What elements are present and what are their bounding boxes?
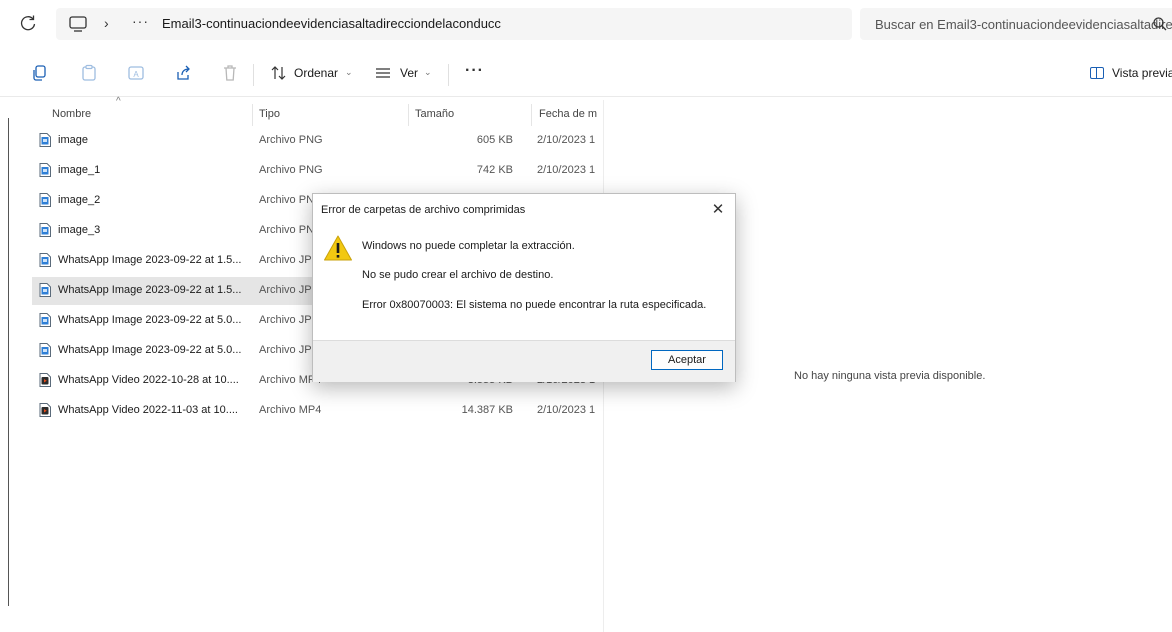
file-size: 14.387 KB [461, 404, 513, 416]
dialog-body: Windows no puede completar la extracción… [313, 224, 735, 339]
dialog-footer: Aceptar [313, 340, 735, 382]
rename-icon[interactable]: A [127, 64, 145, 82]
refresh-icon[interactable] [18, 13, 38, 33]
file-name[interactable]: WhatsApp Image 2023-09-22 at 5.0... [58, 344, 241, 356]
error-dialog: Error de carpetas de archivo comprimidas… [312, 193, 736, 382]
preview-empty-message: No hay ninguna vista previa disponible. [794, 370, 986, 382]
file-row[interactable]: image_1 Archivo PNG 742 KB 2/10/2023 1 [32, 157, 604, 185]
column-header-row: ^ Nombre Tipo Tamaño Fecha de m [0, 96, 604, 128]
preview-pane-label: Vista previa [1112, 66, 1172, 80]
dialog-message-detail: No se pudo crear el archivo de destino. [362, 269, 554, 281]
file-date: 2/10/2023 1 [537, 164, 596, 176]
close-icon[interactable]: ✕ [705, 198, 731, 222]
breadcrumb-current-folder[interactable]: Email3-continuaciondeevidenciasaltadirec… [162, 16, 501, 31]
view-button[interactable]: Ver [400, 66, 418, 80]
file-name[interactable]: image [58, 134, 88, 146]
image-file-icon [39, 253, 51, 267]
command-bar: A Ordenar ⌄ Ver ⌄ ··· Vista previa [0, 52, 1172, 97]
file-name[interactable]: WhatsApp Image 2023-09-22 at 1.5... [58, 284, 241, 296]
column-header-size[interactable]: Tamaño [415, 108, 454, 120]
view-chevron-down-icon[interactable]: ⌄ [424, 67, 432, 78]
file-type: Archivo JPG [259, 344, 321, 356]
file-name[interactable]: WhatsApp Video 2022-11-03 at 10.... [58, 404, 238, 416]
dialog-message-main: Windows no puede completar la extracción… [362, 240, 575, 252]
toolbar-separator [253, 64, 254, 86]
video-file-icon [39, 403, 51, 417]
file-size: 742 KB [476, 164, 513, 176]
toolbar-separator [448, 64, 449, 86]
video-file-icon [39, 373, 51, 387]
column-separator[interactable] [408, 104, 409, 126]
column-header-date[interactable]: Fecha de m [539, 108, 597, 120]
file-type: Archivo JPG [259, 284, 321, 296]
search-input[interactable]: Buscar en Email3-continuaciondeevidencia… [860, 8, 1172, 40]
file-type: Archivo JPG [259, 314, 321, 326]
this-pc-icon[interactable] [68, 16, 88, 32]
warning-icon [324, 235, 352, 261]
column-separator[interactable] [252, 104, 253, 126]
column-header-type[interactable]: Tipo [259, 108, 280, 120]
image-file-icon [39, 343, 51, 357]
preview-pane-button[interactable]: Vista previa [1086, 65, 1172, 85]
search-placeholder: Buscar en Email3-continuaciondeevidencia… [875, 17, 1172, 32]
file-type: Archivo PNG [259, 134, 323, 146]
column-header-name[interactable]: Nombre [52, 108, 91, 120]
file-type: Archivo JPG [259, 254, 321, 266]
file-size: 605 KB [476, 134, 513, 146]
file-name[interactable]: image_2 [58, 194, 100, 206]
address-box[interactable]: › ··· Email3-continuaciondeevidenciasalt… [56, 8, 852, 40]
image-file-icon [39, 223, 51, 237]
file-name[interactable]: image_3 [58, 224, 100, 236]
breadcrumb-overflow[interactable]: ··· [132, 13, 149, 29]
file-row[interactable]: WhatsApp Video 2022-11-03 at 10.... Archi… [32, 397, 604, 425]
image-file-icon [39, 193, 51, 207]
accept-button[interactable]: Aceptar [651, 350, 723, 370]
sort-ascending-icon: ^ [116, 96, 121, 107]
file-date: 2/10/2023 1 [537, 404, 596, 416]
share-icon[interactable] [174, 64, 192, 82]
sort-button[interactable]: Ordenar [294, 66, 338, 80]
preview-pane-icon [1090, 67, 1104, 79]
search-icon[interactable] [1152, 16, 1168, 32]
image-file-icon [39, 163, 51, 177]
file-date: 2/10/2023 1 [537, 134, 596, 146]
file-type: Archivo MP4 [259, 404, 322, 416]
sort-icon[interactable] [270, 64, 288, 82]
file-name[interactable]: WhatsApp Video 2022-10-28 at 10.... [58, 374, 239, 386]
file-name[interactable]: image_1 [58, 164, 100, 176]
image-file-icon [39, 133, 51, 147]
dialog-title: Error de carpetas de archivo comprimidas [321, 204, 526, 216]
column-separator[interactable] [531, 104, 532, 126]
file-name[interactable]: WhatsApp Image 2023-09-22 at 1.5... [58, 254, 241, 266]
delete-icon[interactable] [221, 64, 239, 82]
svg-text:A: A [133, 70, 139, 79]
file-row[interactable]: image Archivo PNG 605 KB 2/10/2023 1 [32, 127, 604, 155]
image-file-icon [39, 313, 51, 327]
paste-icon[interactable] [80, 64, 98, 82]
more-options-button[interactable]: ··· [465, 62, 484, 80]
dialog-message-error: Error 0x80070003: El sistema no puede en… [362, 299, 707, 311]
breadcrumb-chevron[interactable]: › [104, 15, 109, 31]
image-file-icon [39, 283, 51, 297]
address-bar-row: › ··· Email3-continuaciondeevidenciasalt… [0, 0, 1172, 48]
sort-chevron-down-icon[interactable]: ⌄ [345, 67, 353, 78]
file-name[interactable]: WhatsApp Image 2023-09-22 at 5.0... [58, 314, 241, 326]
view-icon[interactable] [374, 64, 392, 82]
copy-icon[interactable] [31, 64, 49, 82]
file-type: Archivo PNG [259, 164, 323, 176]
